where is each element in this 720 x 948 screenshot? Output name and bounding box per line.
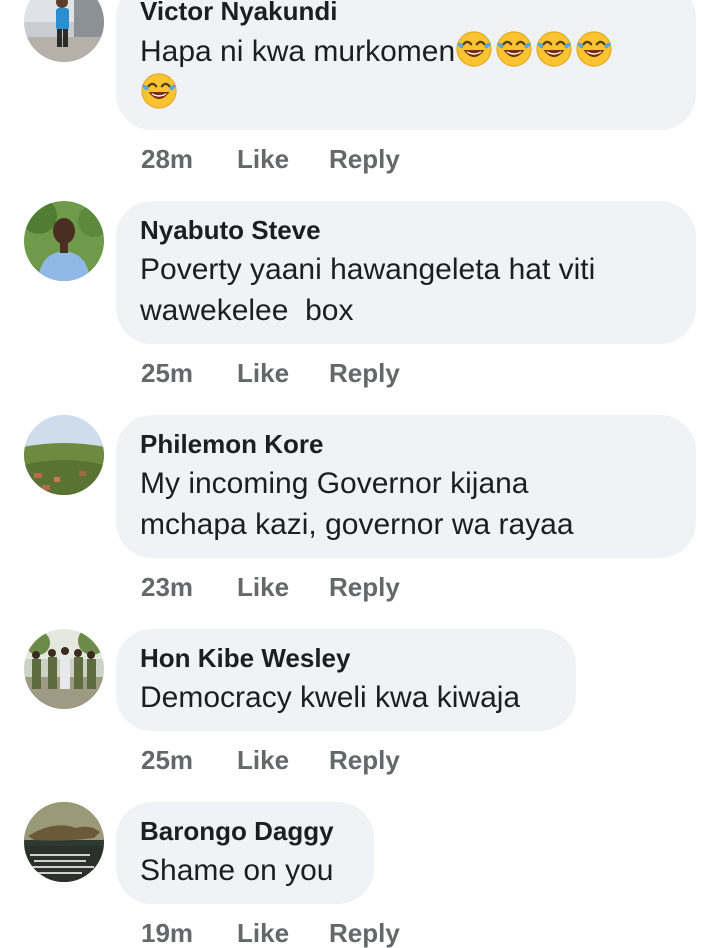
comment-actions: 28m Like Reply [141,144,400,174]
comment-bubble: Barongo Daggy Shame on you [116,802,374,904]
comment-text: My incoming Governor kijana mchapa kazi,… [140,463,672,545]
comment-author[interactable]: Victor Nyakundi [140,0,672,26]
comment-author[interactable]: Barongo Daggy [140,816,350,846]
like-button[interactable]: Like [237,144,289,174]
comment-author[interactable]: Nyabuto Steve [140,215,672,245]
comment-text: Poverty yaani hawangeleta hat viti wawek… [140,249,672,331]
laughing-tears-emoji-icon [141,73,177,109]
comment-bubble: Nyabuto Steve Poverty yaani hawangeleta … [116,201,696,344]
comment-actions: 25m Like Reply [141,745,400,775]
comment-bubble: Hon Kibe Wesley Democracy kweli kwa kiwa… [116,629,576,731]
avatar[interactable] [24,415,104,495]
comment-bubble: Philemon Kore My incoming Governor kijan… [116,415,696,558]
comment-text: Democracy kweli kwa kiwaja [140,681,521,714]
reply-button[interactable]: Reply [329,918,400,948]
laughing-tears-emoji-icon [576,31,612,67]
comment-text-line: wawekelee box [140,294,354,327]
reply-button[interactable]: Reply [329,144,400,174]
comment-timestamp[interactable]: 19m [141,918,193,948]
comment-text-line: Poverty yaani hawangeleta hat viti [140,253,596,286]
comment-actions: 23m Like Reply [141,572,400,602]
reply-button[interactable]: Reply [329,358,400,388]
comment-text-line: My incoming Governor kijana [140,467,529,500]
comment-bubble: Victor Nyakundi Hapa ni kwa murkomen [116,0,696,130]
comment-text-content: Hapa ni kwa murkomen [140,35,456,68]
comment-actions: 25m Like Reply [141,358,400,388]
comment-actions: 19m Like Reply [141,918,400,948]
laughing-tears-emoji-icon [536,31,572,67]
like-button[interactable]: Like [237,358,289,388]
comment-timestamp[interactable]: 28m [141,144,193,174]
avatar[interactable] [24,0,104,62]
comment-author[interactable]: Philemon Kore [140,429,672,459]
reply-button[interactable]: Reply [329,572,400,602]
comment-timestamp[interactable]: 23m [141,572,193,602]
laughing-tears-emoji-icon [496,31,532,67]
like-button[interactable]: Like [237,745,289,775]
laughing-tears-emoji-icon [456,31,492,67]
reply-button[interactable]: Reply [329,745,400,775]
avatar[interactable] [24,802,104,882]
comment-timestamp[interactable]: 25m [141,358,193,388]
like-button[interactable]: Like [237,572,289,602]
comment-author[interactable]: Hon Kibe Wesley [140,643,552,673]
comment-timestamp[interactable]: 25m [141,745,193,775]
like-button[interactable]: Like [237,918,289,948]
avatar[interactable] [24,201,104,281]
comment-text: Shame on you [140,854,334,887]
avatar[interactable] [24,629,104,709]
comment-text-line: mchapa kazi, governor wa rayaa [140,508,574,541]
comment-text: Hapa ni kwa murkomen [140,30,672,114]
